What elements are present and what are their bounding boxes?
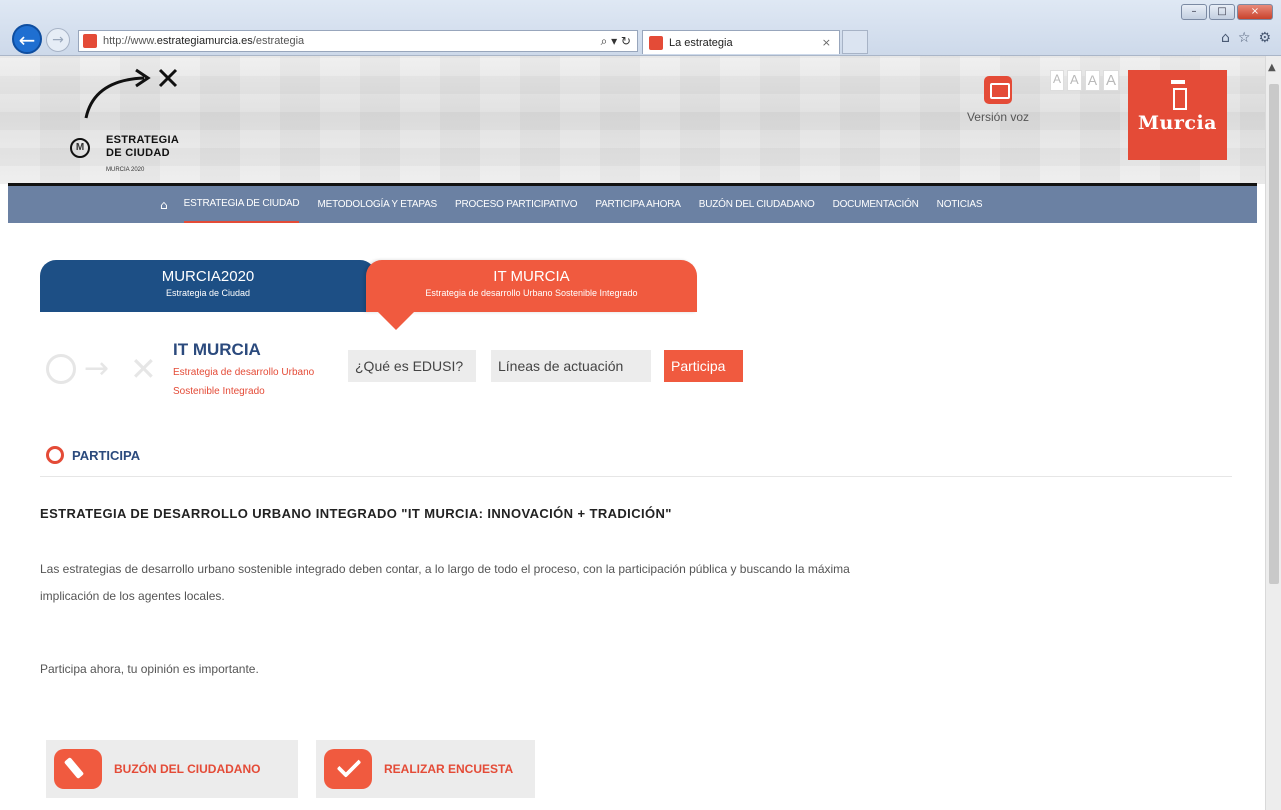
logo-title: ESTRATEGIA DE CIUDAD: [106, 134, 179, 160]
logo-m-icon: M: [70, 138, 90, 158]
tab-it-murcia-title: IT MURCIA: [493, 268, 570, 285]
font-size-1-button[interactable]: A: [1050, 70, 1065, 91]
article-call-to-action: Participa ahora, tu opinión es important…: [40, 662, 259, 676]
tab-murcia2020[interactable]: MURCIA2020 Estrategia de Ciudad: [40, 260, 376, 312]
tab-it-murcia[interactable]: IT MURCIA Estrategia de desarrollo Urban…: [366, 260, 697, 312]
murcia-city-logo[interactable]: Murcia: [1128, 70, 1227, 160]
buzon-label: BUZÓN DEL CIUDADANO: [114, 762, 261, 776]
section-subtitle: Estrategia de desarrollo Urbano Sostenib…: [173, 367, 315, 397]
favorites-star-icon[interactable]: ☆: [1238, 30, 1251, 46]
deco-x-icon: ✕: [130, 350, 157, 388]
new-tab-button[interactable]: [842, 30, 868, 54]
encuesta-label: REALIZAR ENCUESTA: [384, 762, 514, 776]
tab-murcia2020-title: MURCIA2020: [161, 268, 255, 285]
logo-title-line1: ESTRATEGIA: [106, 134, 180, 146]
scroll-up-arrow-icon[interactable]: ▲: [1268, 62, 1276, 73]
nav-item-estrategia[interactable]: ESTRATEGIA DE CIUDAD: [183, 186, 300, 223]
nav-item-participa-ahora[interactable]: PARTICIPA AHORA: [595, 186, 681, 223]
checkmark-icon: [324, 749, 372, 789]
que-es-edusi-button[interactable]: ¿Qué es EDUSI?: [348, 350, 476, 382]
nav-item-noticias[interactable]: NOTICIAS: [937, 186, 983, 223]
font-size-3-button[interactable]: A: [1084, 70, 1101, 91]
url-prefix: http://www.: [103, 35, 157, 47]
active-tab-pointer: [378, 312, 414, 330]
nav-item-proceso[interactable]: PROCESO PARTICIPATIVO: [455, 186, 578, 223]
participa-button[interactable]: Participa: [664, 350, 743, 382]
vertical-scrollbar[interactable]: ▲: [1265, 56, 1281, 810]
window-controls: – □ ×: [1181, 4, 1273, 20]
deco-arrow-icon: →: [84, 351, 110, 386]
tab-favicon-icon: [649, 35, 663, 50]
tab-it-murcia-subtitle: Estrategia de desarrollo Urbano Sostenib…: [425, 288, 638, 298]
browser-chrome: – □ × ← → http://www.estrategiamurcia.es…: [0, 0, 1281, 56]
back-arrow-icon[interactable]: ←: [12, 24, 42, 54]
voice-version-button[interactable]: Versión voz: [958, 76, 1038, 124]
font-size-4-button[interactable]: A: [1103, 70, 1120, 91]
logo-arrow-x-icon: [84, 68, 178, 119]
city-badge-label: Murcia: [1138, 112, 1217, 134]
lineas-actuacion-button[interactable]: Líneas de actuación: [491, 350, 651, 382]
participa-heading: PARTICIPA: [46, 446, 140, 464]
city-tower-icon: [1170, 80, 1187, 110]
font-size-2-button[interactable]: A: [1067, 70, 1082, 91]
site-header: M ESTRATEGIA DE CIUDAD MURCIA 2020 Versi…: [0, 56, 1265, 184]
home-icon[interactable]: ⌂: [1221, 30, 1230, 46]
section-divider: [40, 476, 1232, 477]
url-path: /estrategia: [252, 35, 305, 47]
article-headline: ESTRATEGIA DE DESARROLLO URBANO INTEGRAD…: [40, 506, 672, 521]
browser-toolbar-icons: ⌂ ☆ ⚙: [1221, 30, 1271, 46]
realizar-encuesta-button[interactable]: REALIZAR ENCUESTA: [316, 740, 535, 798]
buzon-ciudadano-button[interactable]: BUZÓN DEL CIUDADANO: [46, 740, 298, 798]
section-title: IT MURCIA: [173, 340, 261, 359]
voice-label: Versión voz: [966, 110, 1030, 124]
tab-title: La estrategia: [669, 36, 733, 49]
speaker-icon: [984, 76, 1012, 104]
maximize-button[interactable]: □: [1209, 4, 1235, 20]
article-paragraph: Las estrategias de desarrollo urbano sos…: [40, 562, 850, 603]
ring-bullet-icon: [46, 446, 64, 464]
pencil-icon: [54, 749, 102, 789]
tab-close-icon[interactable]: ×: [822, 36, 831, 49]
url-domain: estrategiamurcia.es: [156, 35, 253, 47]
nav-item-buzon[interactable]: BUZÓN DEL CIUDADANO: [699, 186, 815, 223]
forward-arrow-icon[interactable]: →: [46, 28, 70, 52]
search-refresh-icon[interactable]: ⌕ ▾ ↻: [601, 34, 631, 49]
nav-home-icon[interactable]: ⌂: [160, 198, 168, 212]
address-url[interactable]: http://www.estrategiamurcia.es/estrategi…: [103, 35, 304, 47]
minimize-button[interactable]: –: [1181, 4, 1207, 20]
logo-subtitle: MURCIA 2020: [106, 167, 145, 173]
participa-label: PARTICIPA: [72, 447, 141, 463]
settings-gear-icon[interactable]: ⚙: [1258, 30, 1271, 46]
nav-item-documentacion[interactable]: DOCUMENTACIÓN: [833, 186, 919, 223]
circle-arrow-x-decoration: → ✕: [44, 352, 164, 386]
scroll-thumb[interactable]: [1269, 84, 1279, 584]
main-navigation: ⌂ ESTRATEGIA DE CIUDAD METODOLOGÍA Y ETA…: [8, 186, 1257, 223]
close-window-button[interactable]: ×: [1237, 4, 1273, 20]
nav-item-metodologia[interactable]: METODOLOGÍA Y ETAPAS: [317, 186, 437, 223]
browser-tab[interactable]: La estrategia ×: [642, 30, 840, 54]
address-bar[interactable]: http://www.estrategiamurcia.es/estrategi…: [78, 30, 638, 52]
tab-murcia2020-subtitle: Estrategia de Ciudad: [165, 288, 251, 298]
font-size-controls: A A A A: [1050, 70, 1120, 91]
logo-title-line2: DE CIUDAD: [106, 147, 170, 159]
deco-circle-icon: [46, 354, 76, 384]
site-logo[interactable]: M ESTRATEGIA DE CIUDAD MURCIA 2020: [64, 68, 214, 178]
site-favicon-icon: [83, 34, 97, 48]
